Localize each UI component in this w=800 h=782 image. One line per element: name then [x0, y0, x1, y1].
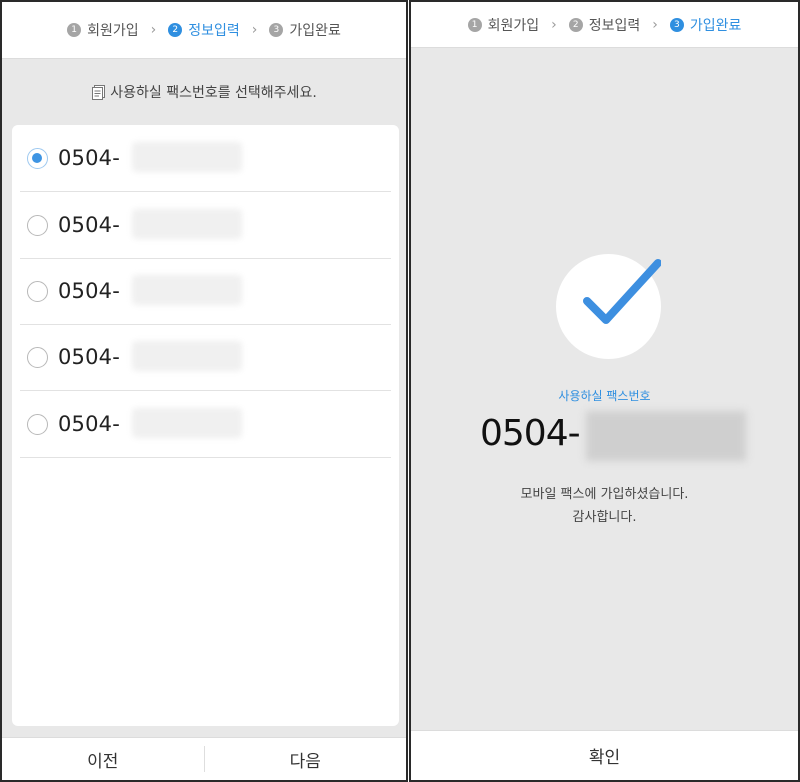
checkmark-icon	[583, 259, 661, 324]
step-label: 회원가입	[87, 23, 139, 39]
step-label: 정보입력	[188, 23, 240, 39]
fax-number-prefix: 0504-	[58, 279, 121, 303]
radio-button[interactable]	[27, 346, 48, 368]
completion-message: 모바일 팩스에 가입하셨습니다. 감사합니다.	[411, 483, 798, 529]
step-signup: 1 회원가입	[67, 20, 139, 40]
blurred-number	[132, 275, 242, 305]
step-number-1: 1	[67, 23, 82, 37]
next-button[interactable]: 다음	[205, 738, 407, 780]
fax-number-prefix: 0504-	[58, 146, 121, 170]
step-number-2: 2	[568, 17, 583, 32]
confirm-button[interactable]: 확인	[411, 730, 798, 780]
blurred-number	[132, 408, 242, 438]
message-line: 모바일 팩스에 가입하셨습니다.	[520, 487, 689, 502]
step-indicator: 1 회원가입 › 2 정보입력 › 3 가입완료	[411, 2, 798, 48]
radio-button[interactable]	[27, 413, 48, 435]
prev-button[interactable]: 이전	[2, 738, 204, 780]
fax-number-label: 사용하실 팩스번호	[558, 389, 651, 403]
chevron-right-icon: ›	[251, 22, 258, 38]
fax-option-row[interactable]: 0504-	[20, 391, 391, 458]
step-complete: 3 가입완료	[269, 20, 341, 40]
step-number-3: 3	[669, 17, 684, 32]
fax-option-row[interactable]: 0504-	[20, 192, 391, 259]
message-line: 감사합니다.	[572, 510, 637, 525]
info-input-screen: 1 회원가입 › 2 정보입력 › 3 가입완료 사용하실 팩스번호를 선택해주…	[0, 0, 408, 782]
step-complete: 3 가입완료	[669, 15, 742, 35]
fax-number-list: 0504- 0504- 0504- 0504- 0504-	[12, 125, 399, 726]
blurred-number	[132, 142, 242, 172]
step-signup: 1 회원가입	[467, 15, 540, 35]
chevron-right-icon: ›	[652, 16, 658, 33]
step-number-2: 2	[168, 23, 183, 37]
step-info-input: 2 정보입력	[168, 20, 240, 40]
signup-complete-screen: 1 회원가입 › 2 정보입력 › 3 가입완료 사용하실 팩스번호 0504-…	[409, 0, 800, 782]
fax-option-row[interactable]: 0504-	[20, 258, 391, 325]
radio-button[interactable]	[27, 280, 48, 302]
blurred-number	[132, 341, 242, 371]
fax-option-row[interactable]: 0504-	[20, 125, 391, 192]
fax-option-row[interactable]: 0504-	[20, 324, 391, 391]
bottom-nav-bar: 이전 다음	[2, 737, 406, 780]
chevron-right-icon: ›	[551, 16, 557, 33]
blurred-number	[132, 209, 242, 239]
fax-number-prefix: 0504-	[58, 213, 121, 237]
fax-number-prefix: 0504-	[58, 345, 121, 369]
step-label: 정보입력	[588, 17, 641, 34]
step-indicator: 1 회원가입 › 2 정보입력 › 3 가입완료	[2, 2, 406, 59]
instruction-label: 사용하실 팩스번호를 선택해주세요.	[110, 85, 317, 101]
instruction-text: 사용하실 팩스번호를 선택해주세요.	[2, 82, 406, 102]
blurred-number	[586, 411, 746, 461]
radio-button-selected[interactable]	[27, 147, 48, 169]
chevron-right-icon: ›	[150, 22, 157, 38]
document-icon	[92, 85, 106, 100]
step-label: 회원가입	[487, 17, 540, 34]
step-info-input: 2 정보입력	[568, 15, 641, 35]
step-number-3: 3	[269, 23, 284, 37]
assigned-fax-number: 0504-	[480, 413, 581, 454]
fax-number-prefix: 0504-	[58, 412, 121, 436]
success-badge	[556, 254, 661, 359]
radio-button[interactable]	[27, 214, 48, 236]
step-number-1: 1	[467, 17, 482, 32]
step-label: 가입완료	[689, 17, 742, 34]
step-label: 가입완료	[289, 23, 341, 39]
